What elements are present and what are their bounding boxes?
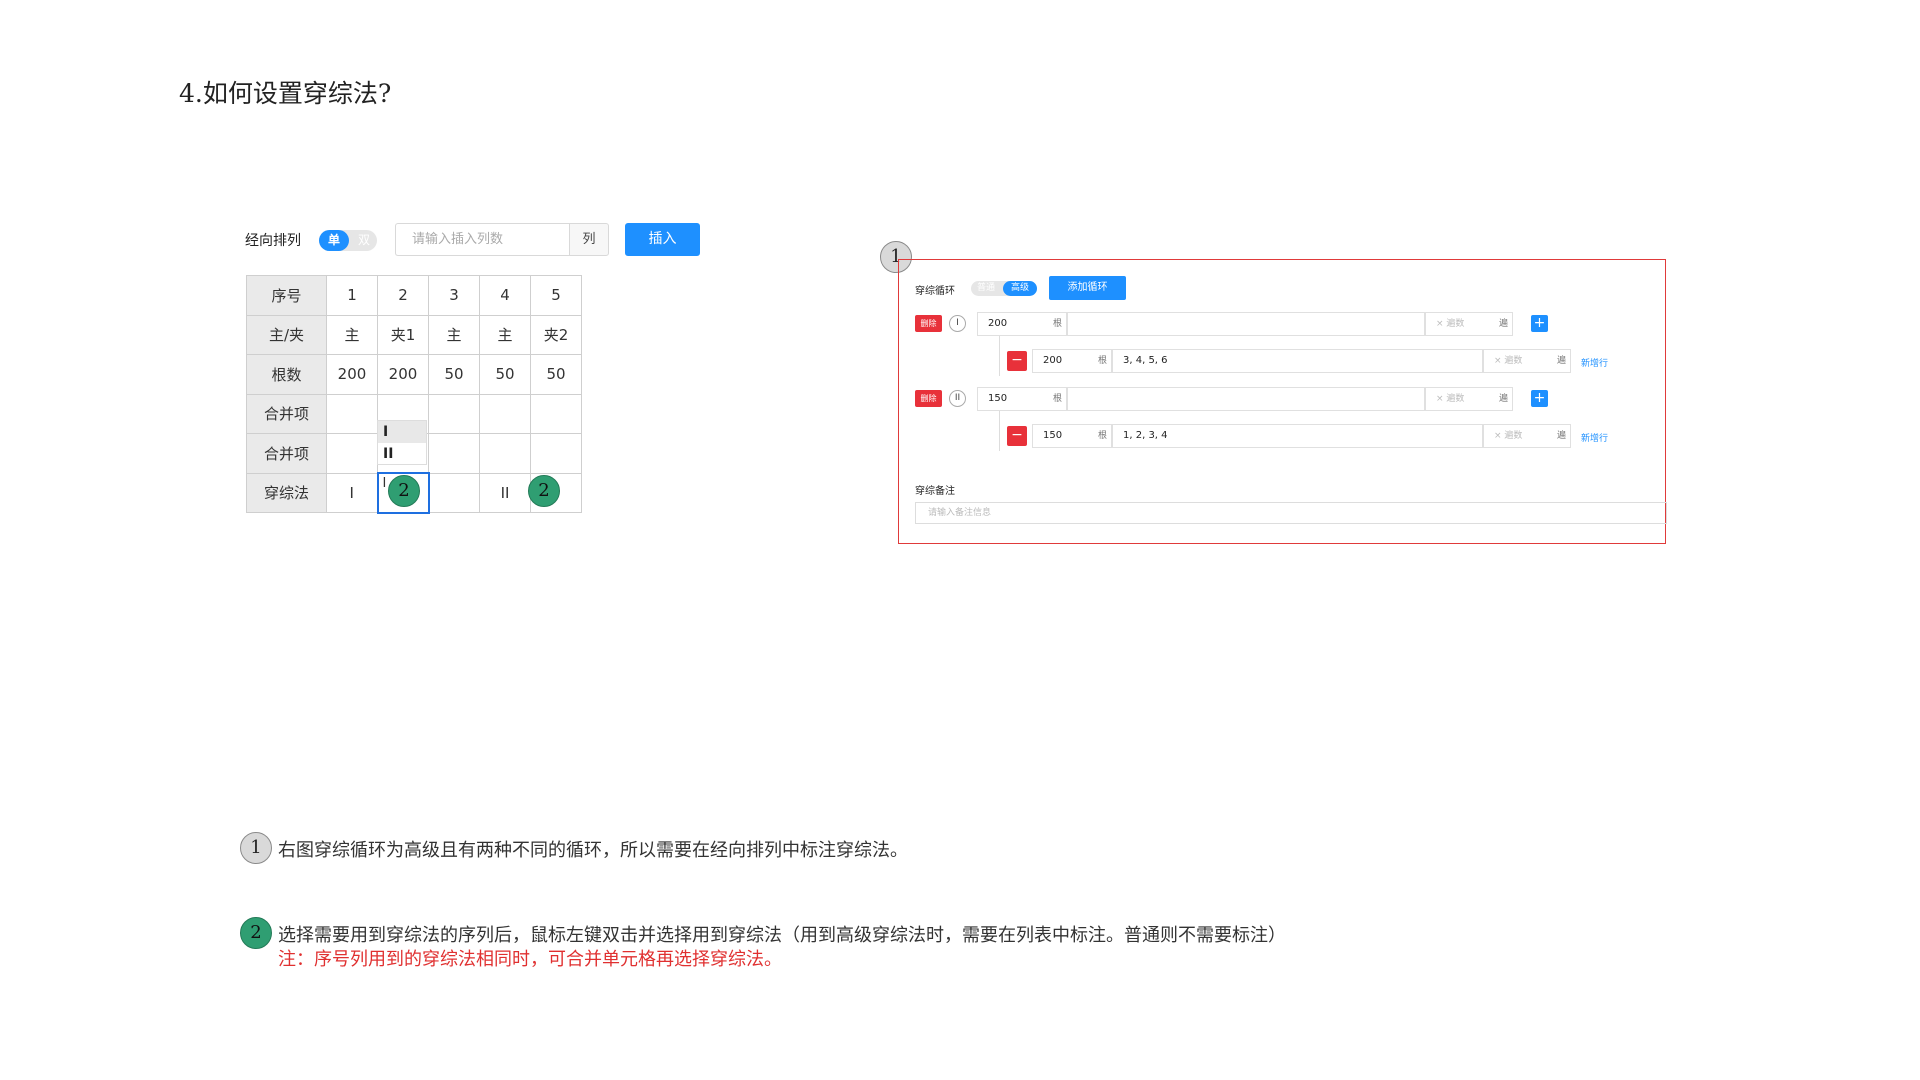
row-header: 主/夹 [246, 314, 327, 355]
dropdown-option[interactable]: I [378, 421, 426, 443]
table-cell[interactable]: 5 [530, 275, 582, 316]
sequence-field[interactable] [1067, 387, 1425, 411]
insert-columns-input[interactable]: 请输入插入列数 [395, 223, 570, 256]
unit-gen: 根 [1053, 394, 1063, 404]
table-cell[interactable] [428, 393, 480, 434]
step-marker-2: 2 [388, 475, 420, 507]
sequence-field[interactable] [1067, 312, 1425, 336]
sub-sequence-field[interactable]: 1, 2, 3, 4 [1112, 424, 1483, 448]
row-header: 根数 [246, 354, 327, 395]
table-cell[interactable]: 主 [428, 314, 480, 355]
table-cell[interactable] [428, 433, 480, 474]
row-header: 合并项 [246, 433, 327, 474]
single-double-toggle[interactable]: 单 双 [319, 230, 377, 251]
selected-cell-value: I [382, 476, 387, 491]
unit-times: 遍 [1499, 394, 1509, 404]
note-1-text: 右图穿综循环为高级且有两种不同的循环，所以需要在经向排列中标注穿综法。 [278, 840, 908, 861]
unit-times: 遍 [1557, 431, 1567, 441]
table-row: 主/夹 主 夹1 主 主 夹2 [246, 314, 582, 355]
table-cell[interactable] [479, 433, 531, 474]
row-header: 穿综法 [246, 472, 327, 513]
unit-gen: 根 [1098, 356, 1108, 366]
unit-gen: 根 [1098, 431, 1108, 441]
table-cell[interactable]: 主 [326, 314, 378, 355]
times-placeholder: 遍数 [1504, 431, 1523, 441]
unit-times: 遍 [1499, 319, 1509, 329]
table-cell[interactable] [530, 433, 582, 474]
normal-advanced-toggle[interactable]: 普通 高级 [971, 281, 1037, 296]
dropdown-option[interactable]: II [378, 443, 426, 465]
delete-loop-button[interactable]: 删除 [915, 315, 942, 332]
new-row-link[interactable]: 新增行 [1581, 356, 1608, 369]
table-cell[interactable]: 主 [479, 314, 531, 355]
table-cell[interactable] [428, 472, 480, 513]
table-cell[interactable]: 50 [428, 354, 480, 395]
row-header: 合并项 [246, 393, 327, 434]
table-cell[interactable] [530, 393, 582, 434]
insert-columns-suffix: 列 [569, 223, 609, 256]
table-cell[interactable] [326, 433, 378, 474]
add-row-plus-button[interactable]: + [1531, 315, 1548, 332]
sub-sequence-field[interactable]: 3, 4, 5, 6 [1112, 349, 1483, 373]
table-cell[interactable]: 50 [479, 354, 531, 395]
note-marker-1: 1 [240, 832, 272, 864]
table-cell[interactable]: 2 [377, 275, 429, 316]
table-cell[interactable]: 50 [530, 354, 582, 395]
table-cell[interactable] [326, 393, 378, 434]
table-cell[interactable]: 夹1 [377, 314, 429, 355]
remove-row-button[interactable]: − [1007, 426, 1027, 446]
tree-line [999, 411, 1000, 451]
tree-line [999, 336, 1000, 376]
table-row: 根数 200 200 50 50 50 [246, 354, 582, 395]
row-header: 序号 [246, 275, 327, 316]
times-placeholder: 遍数 [1446, 319, 1465, 329]
unit-gen: 根 [1053, 319, 1063, 329]
table-cell[interactable]: 3 [428, 275, 480, 316]
table-cell[interactable] [479, 393, 531, 434]
step-marker-2: 2 [528, 475, 560, 507]
table-cell[interactable]: 4 [479, 275, 531, 316]
loop-label: 穿综循环 [915, 286, 955, 297]
table-cell[interactable]: 200 [377, 354, 429, 395]
toggle-normal[interactable]: 普通 [977, 281, 995, 296]
delete-loop-button[interactable]: 删除 [915, 390, 942, 407]
remark-label: 穿综备注 [915, 486, 955, 497]
note-marker-2: 2 [240, 917, 272, 949]
table-cell[interactable]: 200 [326, 354, 378, 395]
note-2-remark: 注：序号列用到的穿综法相同时，可合并单元格再选择穿综法。 [278, 949, 782, 970]
unit-times: 遍 [1557, 356, 1567, 366]
page-title: 4.如何设置穿综法? [179, 79, 392, 108]
add-loop-button[interactable]: 添加循环 [1049, 276, 1126, 300]
threading-loop-panel: 穿综循环 普通 高级 添加循环 删除 I 200 根 × 遍数 遍 + − 20… [898, 259, 1667, 544]
insert-button[interactable]: 插入 [625, 223, 700, 256]
toggle-double[interactable]: 双 [358, 230, 370, 251]
table-cell[interactable]: I [326, 472, 378, 513]
remark-input[interactable]: 请输入备注信息 [915, 502, 1667, 524]
new-row-link[interactable]: 新增行 [1581, 431, 1608, 444]
note-2-text: 选择需要用到穿综法的序列后，鼠标左键双击并选择用到穿综法（用到高级穿综法时，需要… [278, 925, 1286, 946]
table-cell[interactable]: 夹2 [530, 314, 582, 355]
times-placeholder: 遍数 [1504, 356, 1523, 366]
warp-arrangement-label: 经向排列 [245, 233, 301, 249]
add-row-plus-button[interactable]: + [1531, 390, 1548, 407]
loop-number: I [949, 315, 966, 332]
toggle-single[interactable]: 单 [319, 230, 349, 251]
table-row: 序号 1 2 3 4 5 [246, 275, 582, 316]
toggle-advanced[interactable]: 高级 [1003, 281, 1037, 296]
times-placeholder: 遍数 [1446, 394, 1465, 404]
remove-row-button[interactable]: − [1007, 351, 1027, 371]
table-cell[interactable]: 1 [326, 275, 378, 316]
loop-number: II [949, 390, 966, 407]
threading-dropdown[interactable]: I II [377, 420, 427, 465]
table-cell[interactable]: II [479, 472, 531, 513]
